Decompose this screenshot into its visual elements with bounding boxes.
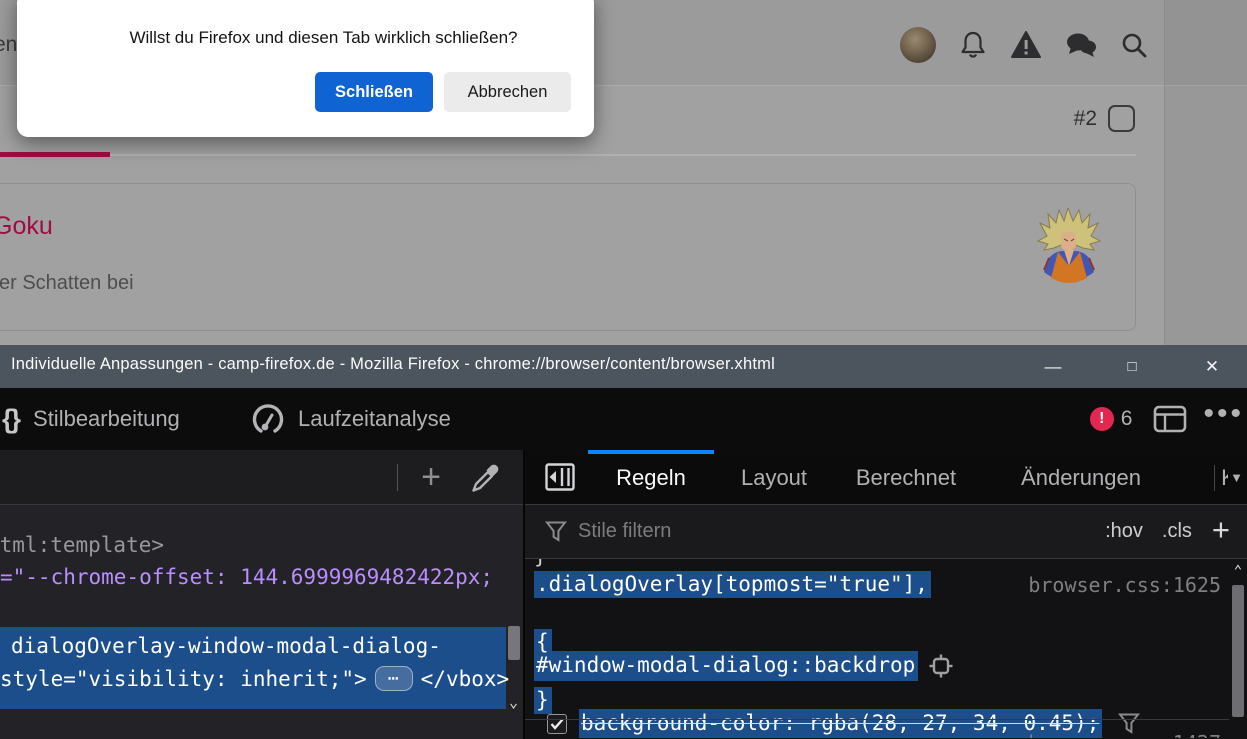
rule-selector-line1[interactable]: .dialogOverlay[topmost="true"], — [534, 571, 931, 598]
node-style-attr: style="visibility: inherit;"> — [0, 667, 367, 691]
selector-text-1: .dialogOverlay[topmost="true"], — [534, 571, 931, 598]
window-titlebar: Individuelle Anpassungen - camp-firefox.… — [0, 345, 1247, 388]
markup-scrollbar[interactable]: ⌄ — [505, 505, 522, 739]
window-title: Individuelle Anpassungen - camp-firefox.… — [11, 355, 775, 374]
close-button[interactable]: Schließen — [315, 72, 433, 112]
tabs-overflow: K ▼ — [1214, 450, 1243, 505]
search-icon[interactable] — [1120, 31, 1148, 59]
performance-label: Laufzeitanalyse — [298, 406, 451, 432]
error-count: 6 — [1121, 407, 1133, 431]
tab-rules[interactable]: Regeln — [588, 450, 714, 505]
scroll-down-icon[interactable]: ⌄ — [505, 693, 522, 711]
prev-rule-close-brace: } — [534, 559, 547, 570]
tab-changes[interactable]: Änderungen — [986, 450, 1176, 505]
rules-divider — [525, 719, 1247, 720]
markup-panel: + ntml:template> ="--chrome-offset: 144.… — [0, 450, 523, 739]
rule-close-brace: } — [534, 687, 552, 714]
sidebar-toggle-icon[interactable] — [545, 463, 575, 491]
rule-open-brace: { — [534, 629, 552, 656]
tab-partial[interactable]: K — [1221, 465, 1228, 491]
declaration-filter-icon[interactable] — [1118, 658, 1244, 738]
pseudo-class-toggle[interactable]: :hov — [1105, 520, 1143, 543]
sidebar-tabs: Regeln Layout Berechnet Änderungen — [588, 450, 1176, 505]
rules-content[interactable]: } .dialogOverlay[topmost="true"], browse… — [525, 559, 1247, 738]
tabs-separator — [1214, 465, 1215, 491]
style-filter-input[interactable]: Stile filtern — [578, 520, 671, 543]
active-tab-underline — [0, 152, 110, 157]
dock-layout-icon[interactable] — [1153, 405, 1187, 433]
open-brace-text: { — [534, 629, 552, 656]
post-number[interactable]: #2 — [1074, 107, 1097, 131]
devtools-toolbar: {} Stilbearbeitung Laufzeitanalyse ! 6 •… — [0, 388, 1247, 450]
rule-source-link[interactable]: browser.css:1625 — [1028, 573, 1221, 597]
page-right-gutter — [1164, 0, 1247, 345]
markup-code[interactable]: ntml:template> ="--chrome-offset: 144.69… — [0, 505, 523, 739]
scroll-up-icon[interactable]: ⌃ — [1229, 563, 1247, 579]
markup-scrollbar-thumb[interactable] — [508, 626, 520, 660]
filter-funnel-icon — [545, 520, 567, 544]
close-brace-text: } — [534, 687, 552, 714]
markup-line-template[interactable]: ntml:template> — [0, 533, 164, 557]
next-rule-partial[interactable]: .dialogOverlay[topmost="true"] — [534, 731, 1051, 738]
chat-icon[interactable] — [1065, 31, 1097, 59]
rule-declaration-row: background-color: rgba(28, 27, 34, 0.45)… — [534, 658, 1245, 738]
nav-item-partial[interactable]: en — [0, 33, 17, 57]
tab-strip-line — [110, 154, 1136, 156]
gauge-icon — [252, 402, 284, 436]
bell-icon[interactable] — [959, 30, 987, 60]
show-all-nodes-button[interactable]: ⋯ — [375, 666, 413, 691]
window-close-button[interactable]: ✕ — [1197, 345, 1227, 388]
dialog-buttons: Schließen Abbrechen — [315, 72, 571, 112]
markup-line-attr[interactable]: ="--chrome-offset: 144.6999969482422px; — [0, 565, 493, 589]
rules-scrollbar-thumb[interactable] — [1232, 585, 1244, 717]
pseudo-toggles: :hov .cls + — [1105, 512, 1247, 552]
eyedropper-icon[interactable] — [468, 461, 502, 495]
markup-toolbar: + — [0, 450, 523, 505]
rules-scrollbar[interactable]: ⌃ — [1229, 559, 1247, 738]
rules-header: Regeln Layout Berechnet Änderungen K ▼ — [525, 450, 1247, 505]
inspector-panel: + ntml:template> ="--chrome-offset: 144.… — [0, 450, 1247, 739]
all-tabs-arrow-icon[interactable]: ▼ — [1230, 470, 1243, 485]
tab-performance[interactable]: Laufzeitanalyse — [252, 388, 451, 450]
warning-icon[interactable] — [1010, 30, 1042, 60]
style-filter-row: Stile filtern :hov .cls + — [525, 505, 1247, 559]
maximize-button[interactable]: □ — [1117, 345, 1147, 388]
goku-avatar[interactable] — [1037, 208, 1101, 296]
add-node-button[interactable]: + — [414, 453, 448, 501]
error-badge-icon[interactable]: ! — [1090, 407, 1114, 431]
next-rule-source-link[interactable]: browser.css:1427 — [1028, 731, 1221, 738]
minimize-button[interactable]: — — [1038, 345, 1068, 388]
header-icons — [900, 27, 1148, 63]
node-close-tag: </vbox> — [421, 667, 510, 691]
post-select-checkbox[interactable] — [1108, 105, 1135, 132]
braces-icon: {} — [2, 404, 19, 435]
more-options-icon[interactable]: ••• — [1203, 397, 1244, 441]
post-text: er Schatten bei — [0, 272, 134, 295]
toolbar-separator — [397, 464, 398, 491]
dialog-message: Willst du Firefox und diesen Tab wirklic… — [17, 28, 594, 48]
cancel-button[interactable]: Abbrechen — [444, 72, 571, 112]
post-meta: #2 — [1074, 105, 1135, 132]
post-author-link[interactable]: Goku — [0, 212, 53, 241]
style-editor-label: Stilbearbeitung — [33, 406, 180, 432]
tab-layout[interactable]: Layout — [714, 450, 834, 505]
selected-node-style: style="visibility: inherit;"> ⋯ </vbox> — [0, 666, 509, 691]
class-toggle[interactable]: .cls — [1162, 520, 1192, 543]
user-avatar[interactable] — [900, 27, 936, 63]
rules-panel: Regeln Layout Berechnet Änderungen K ▼ S… — [523, 450, 1247, 739]
add-rule-button[interactable]: + — [1212, 512, 1230, 552]
markup-selected-node[interactable]: dialogOverlay-window-modal-dialog- style… — [0, 627, 506, 709]
selected-node-id: dialogOverlay-window-modal-dialog- — [11, 634, 441, 658]
tab-computed[interactable]: Berechnet — [834, 450, 978, 505]
tab-style-editor[interactable]: {} Stilbearbeitung — [2, 388, 180, 450]
close-confirm-dialog: Willst du Firefox und diesen Tab wirklic… — [17, 0, 594, 137]
devtools-toolbar-right: ! 6 ••• — [1090, 388, 1244, 450]
forum-post-card: Goku er Schatten bei — [0, 183, 1136, 331]
